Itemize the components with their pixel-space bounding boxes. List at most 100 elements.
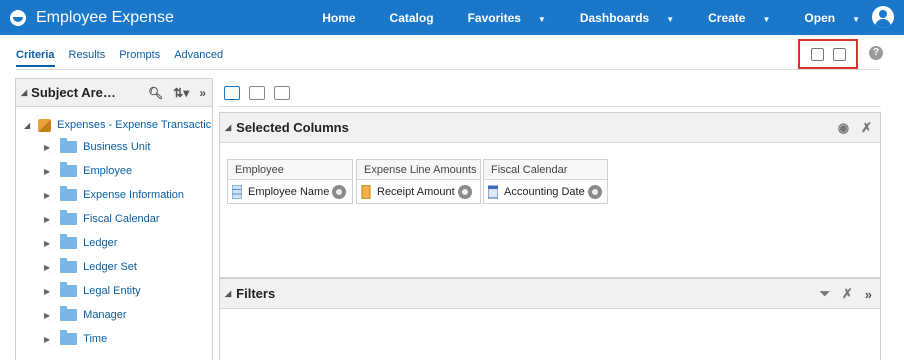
remove-all-filters-icon[interactable]: ✗ bbox=[842, 286, 853, 302]
expand-section-icon[interactable]: » bbox=[865, 287, 872, 302]
tree-folder[interactable]: ▶ Manager bbox=[16, 303, 212, 327]
selected-columns-section: ◢ Selected Columns ◉ ✗ Employee Employee… bbox=[219, 112, 881, 278]
tab-advanced[interactable]: Advanced bbox=[174, 43, 223, 69]
filters-tools: ⏷ ✗ » bbox=[807, 279, 872, 309]
folder-icon bbox=[60, 234, 78, 249]
nav-open[interactable]: Open ▼ bbox=[787, 11, 860, 25]
tree-folder[interactable]: ▶ Business Unit bbox=[16, 135, 212, 159]
tab-criteria[interactable]: Criteria bbox=[16, 43, 55, 67]
folder-icon bbox=[60, 258, 78, 273]
folder-icon bbox=[60, 282, 78, 297]
folder-icon bbox=[60, 330, 78, 345]
chevron-down-icon: ▼ bbox=[537, 14, 546, 24]
sql-icon[interactable] bbox=[274, 86, 290, 100]
tree-folder[interactable]: ▶ Expense Information bbox=[16, 183, 212, 207]
folder-icon bbox=[60, 162, 78, 177]
tree-folder[interactable]: ▶ Employee bbox=[16, 159, 212, 183]
folder-icon bbox=[60, 210, 78, 225]
chevron-down-icon: ▼ bbox=[666, 14, 675, 24]
column-group: Fiscal Calendar Accounting Date bbox=[483, 159, 608, 204]
toolbar-divider bbox=[218, 106, 881, 107]
tree-folder[interactable]: ▶ Fiscal Calendar bbox=[16, 207, 212, 231]
subject-area-root[interactable]: ◢ Expenses - Expense Transactic bbox=[16, 115, 212, 135]
tabs-divider bbox=[16, 69, 880, 70]
attribute-column-icon bbox=[232, 185, 242, 199]
expand-arrow-icon[interactable]: ▶ bbox=[44, 311, 50, 320]
measure-column-icon bbox=[361, 185, 371, 199]
folder-icon bbox=[60, 306, 78, 321]
gear-icon[interactable] bbox=[457, 185, 472, 199]
expand-arrow-icon[interactable]: ▶ bbox=[44, 287, 50, 296]
expand-panel-icon[interactable]: » bbox=[199, 86, 206, 100]
chevron-down-icon: ▼ bbox=[852, 14, 860, 24]
subject-area-cube-icon bbox=[38, 118, 52, 132]
show-hide-icon[interactable]: ◉ bbox=[838, 120, 849, 136]
chevron-down-icon: ▼ bbox=[762, 14, 771, 24]
user-avatar-icon[interactable] bbox=[872, 6, 894, 28]
filters-title: Filters bbox=[236, 286, 276, 301]
save-as-icon[interactable] bbox=[832, 47, 846, 61]
expand-arrow-icon[interactable]: ▶ bbox=[44, 335, 50, 344]
column-group: Employee Employee Name bbox=[227, 159, 353, 204]
search-icon[interactable]: 🔍︎ bbox=[148, 86, 163, 100]
column-group-name: Fiscal Calendar bbox=[484, 160, 607, 180]
nav-favorites[interactable]: Favorites ▼ bbox=[451, 11, 546, 25]
app-title: Employee Expense bbox=[36, 8, 174, 26]
tree-folder[interactable]: ▶ Ledger Set bbox=[16, 255, 212, 279]
app-logo-icon bbox=[10, 9, 26, 26]
expand-arrow-icon[interactable]: ▶ bbox=[44, 263, 50, 272]
column-name: Employee Name bbox=[248, 186, 330, 198]
column-group: Expense Line Amounts Receipt Amount bbox=[356, 159, 481, 204]
help-icon[interactable]: ? bbox=[869, 46, 883, 60]
filters-header[interactable]: ◢ Filters ⏷ ✗ » bbox=[220, 279, 880, 309]
column-group-name: Expense Line Amounts bbox=[357, 160, 480, 180]
folder-icon bbox=[60, 138, 78, 153]
tree-folder[interactable]: ▶ Time bbox=[16, 327, 212, 351]
remove-all-icon[interactable]: ✗ bbox=[861, 120, 872, 136]
expand-arrow-icon[interactable]: ▶ bbox=[44, 143, 50, 152]
gear-icon[interactable] bbox=[587, 185, 602, 199]
subject-area-root-label: Expenses - Expense Transactic bbox=[57, 119, 212, 131]
tree-folder[interactable]: ▶ Legal Entity bbox=[16, 279, 212, 303]
expand-arrow-icon[interactable]: ▶ bbox=[44, 191, 50, 200]
expand-arrow-icon[interactable]: ▶ bbox=[44, 239, 50, 248]
tree-folder[interactable]: ▶ Ledger bbox=[16, 231, 212, 255]
subject-areas-title: Subject Are… bbox=[31, 85, 116, 100]
tab-prompts[interactable]: Prompts bbox=[119, 43, 160, 69]
selected-columns-header[interactable]: ◢ Selected Columns ◉ ✗ bbox=[220, 113, 880, 143]
nav-catalog[interactable]: Catalog bbox=[373, 11, 434, 25]
column-name: Accounting Date bbox=[504, 186, 585, 198]
collapse-triangle-icon[interactable]: ◢ bbox=[225, 123, 231, 132]
expand-arrow-icon[interactable]: ▶ bbox=[44, 215, 50, 224]
column-chip[interactable]: Accounting Date bbox=[484, 180, 607, 204]
gear-icon[interactable] bbox=[332, 185, 347, 199]
filter-toggle-icon[interactable] bbox=[224, 86, 240, 100]
sort-icon[interactable]: ⇅▾ bbox=[173, 86, 189, 100]
collapse-triangle-icon[interactable]: ◢ bbox=[225, 289, 231, 298]
save-icon[interactable] bbox=[810, 47, 824, 61]
app-header: Employee Expense Home Catalog Favorites ▼… bbox=[0, 0, 904, 35]
global-nav: Home Catalog Favorites ▼ Dashboards ▼ Crea… bbox=[288, 0, 860, 35]
column-name: Receipt Amount bbox=[377, 186, 455, 198]
column-chip[interactable]: Employee Name bbox=[228, 180, 352, 204]
subject-areas-header[interactable]: ◢ Subject Are… 🔍︎ ⇅▾ » bbox=[16, 79, 212, 107]
subject-areas-pane: ◢ Subject Are… 🔍︎ ⇅▾ » ◢ Expenses - Expe… bbox=[15, 78, 213, 360]
folder-icon bbox=[60, 186, 78, 201]
nav-home[interactable]: Home bbox=[305, 11, 355, 25]
nav-create[interactable]: Create ▼ bbox=[691, 11, 770, 25]
date-column-icon bbox=[488, 185, 498, 199]
column-chip[interactable]: Receipt Amount bbox=[357, 180, 480, 204]
add-filter-icon[interactable]: ⏷ bbox=[819, 286, 829, 302]
subject-areas-tools: 🔍︎ ⇅▾ » bbox=[138, 79, 206, 107]
nav-dashboards[interactable]: Dashboards ▼ bbox=[563, 11, 674, 25]
edit-formula-icon[interactable] bbox=[249, 86, 265, 100]
collapse-triangle-icon[interactable]: ◢ bbox=[21, 88, 27, 97]
selected-columns-tools: ◉ ✗ bbox=[826, 113, 872, 143]
tab-results[interactable]: Results bbox=[69, 43, 106, 69]
criteria-toolbar bbox=[224, 86, 299, 100]
brand: Employee Expense bbox=[10, 0, 174, 35]
save-tools-highlight bbox=[798, 39, 858, 69]
expanded-triangle-icon[interactable]: ◢ bbox=[24, 121, 30, 130]
expand-arrow-icon[interactable]: ▶ bbox=[44, 167, 50, 176]
subject-area-tree: ◢ Expenses - Expense Transactic ▶ Busines… bbox=[16, 107, 212, 351]
